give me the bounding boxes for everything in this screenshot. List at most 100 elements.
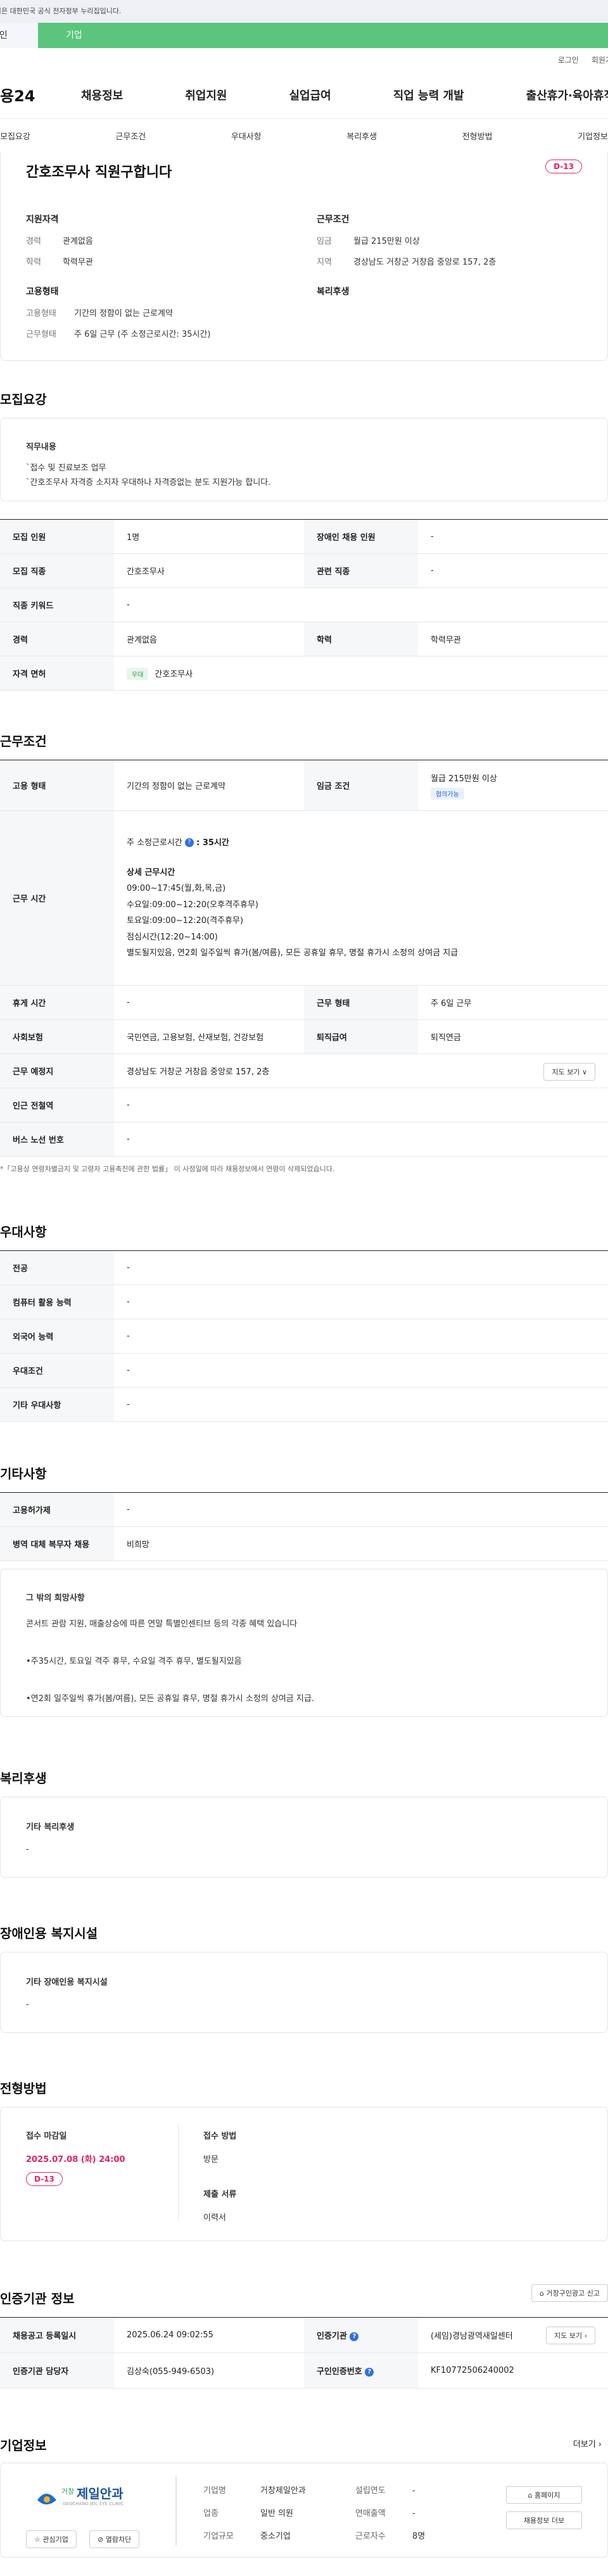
logo-name-text: 제일안과 (77, 2486, 124, 2501)
edu-row-label: 학력 (304, 622, 418, 657)
gnb-item-jobs[interactable]: 채용정보 (81, 87, 123, 103)
welfare-group: 복리후생 (317, 285, 582, 348)
cert-help-icon[interactable]: ? (365, 2367, 374, 2377)
manager-label: 인증기관 담당자 (0, 2353, 114, 2389)
subnav-welfare[interactable]: 복리후생 (346, 130, 377, 142)
subnav-process[interactable]: 전형방법 (462, 130, 493, 142)
disabled-label: 장애인 채용 인원 (304, 519, 418, 554)
gnb-item-training[interactable]: 직업 능력 개발 (393, 87, 464, 103)
agency-cell: (세임)경남광역새일센터 지도 보기 › (418, 2317, 608, 2353)
job-title: 간호조무사 직원구합니다 (26, 165, 172, 180)
company-box: 거창 제일안과 GEOCHANG JEIL EYE CLINIC ☆ 관심기업 … (0, 2463, 608, 2558)
job-summary-card: 간호조무사 직원구합니다 D-13 지원자격 경력 관계없음 학력 학력무관 근무조… (0, 152, 608, 361)
subnav-company[interactable]: 기업정보 (578, 130, 608, 142)
wage-row-label: 임금 조건 (304, 760, 418, 811)
insurance-label: 사회보험 (0, 1019, 114, 1054)
subnav-work[interactable]: 근무조건 (115, 130, 146, 142)
wage-label: 임금 (317, 237, 332, 246)
pref-etc-label: 기타 우대사항 (0, 1387, 114, 1422)
weekly-hours-value: : 35시간 (196, 838, 229, 848)
negotiable-badge: 협의가능 (431, 787, 464, 800)
house-icon: ⌂ (540, 2289, 545, 2297)
gnb-item-employment-support[interactable]: 취업지원 (185, 87, 227, 103)
military-label: 병역 대체 복무자 채용 (0, 1526, 114, 1561)
map-button[interactable]: 지도 보기 ∨ (543, 1063, 595, 1081)
hours-line-4: 점심시간(12:20~14:00) (127, 932, 218, 942)
hours-line-3: 토요일:09:00~12:20(격주휴무) (127, 916, 244, 926)
process-section-title: 전형방법 (0, 2081, 47, 2096)
summary-grid: 지원자격 경력 관계없음 학력 학력무관 근무조건 임금 월급 215만원 이상 지역… (26, 213, 582, 348)
company-name-value: 거창제일안과 (260, 2486, 306, 2496)
process-dday-badge: D-13 (26, 2172, 63, 2186)
license-cell: 우대 간호조무사 (114, 656, 608, 691)
keyword-value: - (114, 587, 608, 622)
duty-line-2: `간호조무사 자격증 소지자 우대하나 자격증없는 분도 지원가능 합니다. (26, 478, 271, 487)
agency-help-icon[interactable]: ? (350, 2332, 359, 2341)
fav-company-button[interactable]: ☆ 관심기업 (26, 2530, 77, 2548)
company-more-link[interactable]: 더보기 › (573, 2437, 602, 2449)
help-icon[interactable]: ? (185, 838, 194, 848)
career-row-value: 관계없음 (114, 622, 304, 657)
global-nav: 고용24 채용정보 취업지원 실업급여 직업 능력 개발 출산휴가·육아휴직 (0, 71, 608, 119)
major-value: - (114, 1250, 608, 1285)
pref-etc-value: - (114, 1387, 608, 1422)
place-cell: 경상남도 거창군 거창읍 중앙로 157, 2층 지도 보기 ∨ (114, 1053, 608, 1088)
deadline-group: 접수 마감일 2025.07.08 (화) 24:00 D-13 (26, 2129, 125, 2186)
gnb-item-unemployment-benefit[interactable]: 실업급여 (289, 87, 331, 103)
more-jobs-button[interactable]: 채용정보 더보 (506, 2511, 582, 2529)
detail-hours-heading: 상세 근무시간 (127, 868, 175, 878)
area-value: 경상남도 거창군 거창읍 중앙로 157, 2층 (353, 258, 497, 267)
weekly-hours-label: 주 소정근로시간 (127, 838, 182, 848)
subnav-recruit[interactable]: 모집요강 (0, 130, 30, 142)
hours-label: 근무 시간 (0, 810, 114, 986)
etype-value: 기간의 정함이 없는 근로계약 (74, 309, 173, 318)
size-label: 기업규모 (203, 2532, 234, 2541)
method-group: 접수 방법 방문 제출 서류 이력서 (203, 2129, 236, 2223)
disability-box: 기타 장애인용 복지시설 - (0, 1952, 608, 2033)
tab-personal[interactable]: 개인 (0, 23, 38, 48)
subway-label: 인근 전철역 (0, 1088, 114, 1122)
work-section-title: 근무조건 (0, 734, 47, 749)
report-button[interactable]: ⌂ 거창구인광고 신고 (531, 2284, 608, 2302)
top-tabs: 개인 기업 (0, 23, 608, 48)
docs-value: 이력서 (203, 2213, 226, 2223)
wage-value: 월급 215만원 이상 (353, 237, 420, 246)
hire-permit-label: 고용허가제 (0, 1492, 114, 1527)
method-value: 방문 (203, 2155, 218, 2164)
age-note: *「고용상 연령차별금지 및 고령자 고용촉진에 관한 법률」 이 사정일에 따… (0, 1165, 335, 1173)
insurance-value: 국민연금, 고용보험, 산재보험, 건강보험 (114, 1019, 304, 1054)
pc-label: 컴퓨터 활용 능력 (0, 1285, 114, 1319)
count-label: 모집 인원 (0, 519, 114, 554)
dday-badge: D-13 (545, 160, 582, 173)
homepage-button[interactable]: ⌂ 홈페이지 (506, 2486, 582, 2504)
join-link[interactable]: 회원가입 (592, 54, 608, 65)
sales-label: 연매출액 (355, 2509, 386, 2518)
gnb-menu: 채용정보 취업지원 실업급여 직업 능력 개발 출산휴가·육아휴직 (81, 87, 608, 103)
break-value: - (114, 985, 304, 1020)
manager-value: 김상숙(055-949-6503) (114, 2353, 304, 2389)
recruit-table: 모집 인원 1명 장애인 채용 인원 - 모집 직종 간호조무사 관련 직종 - 직종 키워… (0, 519, 608, 691)
block-button[interactable]: ⊘ 열람차단 (89, 2530, 140, 2548)
industry-value: 일반 의원 (260, 2509, 293, 2518)
qualification-group: 지원자격 경력 관계없음 학력 학력무관 (26, 213, 291, 276)
tab-company[interactable]: 기업 (38, 23, 608, 48)
block-icon: ⊘ (98, 2535, 104, 2544)
agency-map-button[interactable]: 지도 보기 › (546, 2327, 595, 2344)
duty-heading: 직무내용 (26, 443, 56, 452)
company-section-title: 기업정보 (0, 2438, 47, 2453)
wish-line-3: •연2회 일주일씩 휴가(봄/여름), 모든 공휴일 휴무, 명절 휴가시 소정… (26, 1694, 314, 1704)
wish-heading: 그 밖의 희망사항 (26, 1593, 85, 1603)
home-icon: ⌂ (528, 2491, 533, 2499)
gnb-item-leave[interactable]: 출산휴가·육아휴직 (526, 87, 608, 103)
site-logo[interactable]: 고용24 (0, 84, 81, 106)
qualification-heading: 지원자격 (26, 215, 59, 225)
work-table: 고용 형태 기간의 정함이 없는 근로계약 임금 조건 월급 215만원 이상 협의가능… (0, 760, 608, 1157)
welfare-etc-heading: 기타 복리후생 (26, 1823, 75, 1832)
wtype-label: 근무형태 (26, 330, 56, 339)
welfare-section-title: 복리후생 (0, 1771, 47, 1786)
military-value: 비희망 (114, 1526, 608, 1561)
sales-value: - (412, 2509, 415, 2518)
homepage-label: 홈페이지 (535, 2491, 560, 2499)
login-link[interactable]: 로그인 (558, 54, 579, 65)
subnav-pref[interactable]: 우대사항 (231, 130, 262, 142)
